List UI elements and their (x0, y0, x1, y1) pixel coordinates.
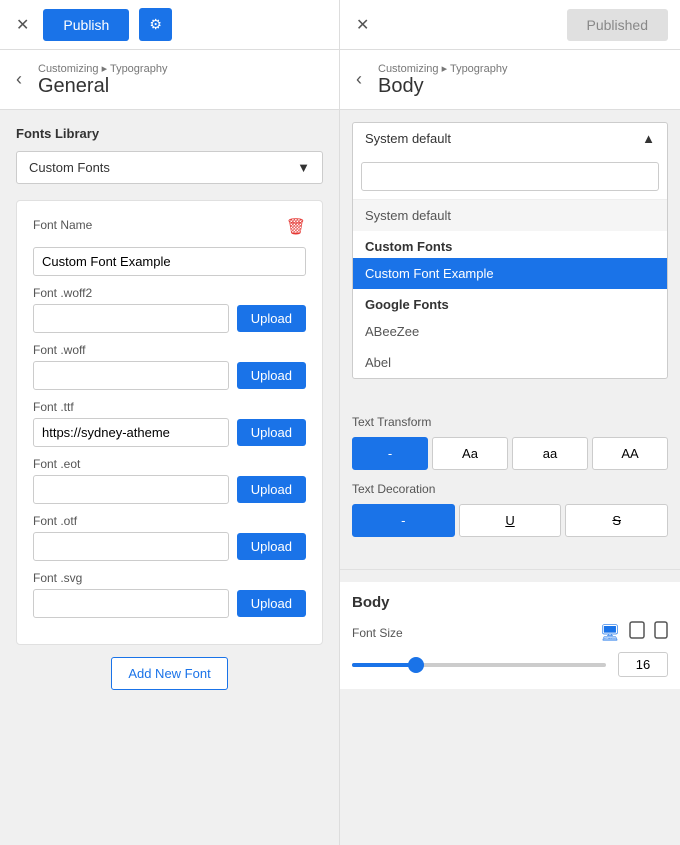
decoration-underline-button[interactable]: U (459, 504, 562, 537)
fonts-library-label: Fonts Library (16, 126, 323, 141)
gear-button[interactable]: ⚙ (139, 8, 172, 41)
otf-upload-button[interactable]: Upload (237, 533, 306, 560)
published-button: Published (567, 9, 669, 41)
woff2-label: Font .woff2 (33, 286, 306, 300)
text-decoration-row: - U S (352, 504, 668, 537)
nav-bar-left: ‹ Customizing ▸ Typography General (0, 50, 340, 109)
svg-label: Font .svg (33, 571, 306, 585)
dropdown-item-system-default[interactable]: System default (353, 200, 667, 231)
top-bar: ✕ Publish ⚙ ✕ Published (0, 0, 680, 50)
nav-title-right: Body (378, 75, 507, 98)
woff-label: Font .woff (33, 343, 306, 357)
tablet-icon-button[interactable] (628, 621, 646, 644)
top-bar-left: ✕ Publish ⚙ (0, 0, 340, 49)
nav-bar-right: ‹ Customizing ▸ Typography Body (340, 50, 680, 109)
dropdown-item-abel[interactable]: Abel (353, 347, 667, 378)
ttf-upload-button[interactable]: Upload (237, 419, 306, 446)
font-size-slider-row: 16 (352, 652, 668, 677)
font-card: Font Name 🗑 Font .woff2 Upload Font .wof… (16, 200, 323, 645)
top-bar-right: ✕ Published (340, 0, 680, 49)
ttf-upload-row: Upload (33, 418, 306, 447)
decoration-strikethrough-button[interactable]: S (565, 504, 668, 537)
body-section-title: Body (352, 594, 668, 611)
monitor-icon-button[interactable]: 🖥 (600, 621, 620, 644)
device-icons-row: 🖥 (600, 621, 668, 644)
nav-bar: ‹ Customizing ▸ Typography General ‹ Cus… (0, 50, 680, 110)
slider-thumb[interactable] (408, 657, 424, 673)
font-dropdown-container: System default ▲ System default Custom F… (352, 122, 668, 379)
dropdown-section-google-fonts: Google Fonts (353, 289, 667, 316)
mobile-icon-button[interactable] (654, 621, 668, 644)
add-new-font-button[interactable]: Add New Font (111, 657, 227, 690)
font-size-row: Font Size 🖥 (352, 621, 668, 652)
transform-capitalize-button[interactable]: Aa (432, 437, 508, 470)
trash-icon[interactable]: 🗑 (286, 217, 306, 237)
eot-upload-row: Upload (33, 475, 306, 504)
svg-upload-button[interactable]: Upload (237, 590, 306, 617)
close-left-button[interactable]: ✕ (12, 11, 33, 39)
woff-upload-button[interactable]: Upload (237, 362, 306, 389)
dropdown-section-custom-fonts: Custom Fonts (353, 231, 667, 258)
slider-fill (352, 663, 416, 667)
font-name-input[interactable] (33, 247, 306, 276)
fonts-library-dropdown-value: Custom Fonts (29, 160, 110, 175)
right-panel: System default ▲ System default Custom F… (340, 110, 680, 845)
eot-label: Font .eot (33, 457, 306, 471)
close-right-button[interactable]: ✕ (352, 11, 373, 39)
publish-button[interactable]: Publish (43, 9, 129, 41)
dropdown-item-abeezee[interactable]: ABeeZee (353, 316, 667, 347)
font-card-header: Font Name 🗑 (33, 217, 306, 237)
woff-upload-row: Upload (33, 361, 306, 390)
font-size-label: Font Size (352, 626, 403, 640)
font-dropdown-list: System default Custom Fonts Custom Font … (353, 199, 667, 378)
woff-input[interactable] (33, 361, 229, 390)
chevron-up-icon: ▲ (642, 131, 655, 146)
ttf-input[interactable] (33, 418, 229, 447)
chevron-down-icon: ▼ (297, 160, 310, 175)
font-name-label: Font Name (33, 218, 92, 232)
eot-input[interactable] (33, 475, 229, 504)
transform-none-button[interactable]: - (352, 437, 428, 470)
text-decoration-label: Text Decoration (352, 482, 668, 496)
nav-title-group-right: Customizing ▸ Typography Body (378, 62, 507, 98)
nav-title-group-left: Customizing ▸ Typography General (38, 62, 167, 98)
breadcrumb-right: Customizing ▸ Typography (378, 62, 507, 75)
font-dropdown-header[interactable]: System default ▲ (353, 123, 667, 154)
breadcrumb-left: Customizing ▸ Typography (38, 62, 167, 75)
text-transform-label: Text Transform (352, 415, 668, 429)
section-divider (340, 569, 680, 570)
body-section: Body Font Size 🖥 (340, 582, 680, 689)
font-search-input[interactable] (361, 162, 659, 191)
back-right-button[interactable]: ‹ (352, 65, 366, 94)
otf-upload-row: Upload (33, 532, 306, 561)
font-dropdown-header-value: System default (365, 131, 451, 146)
left-panel: Fonts Library Custom Fonts ▼ Font Name 🗑… (0, 110, 340, 845)
transform-uppercase-button[interactable]: AA (592, 437, 668, 470)
content-area: Fonts Library Custom Fonts ▼ Font Name 🗑… (0, 110, 680, 845)
dropdown-item-custom-font-example[interactable]: Custom Font Example (353, 258, 667, 289)
otf-input[interactable] (33, 532, 229, 561)
nav-title-left: General (38, 75, 167, 98)
font-size-slider-track[interactable] (352, 663, 606, 667)
fonts-library-dropdown[interactable]: Custom Fonts ▼ (16, 151, 323, 184)
svg-input[interactable] (33, 589, 229, 618)
woff2-upload-button[interactable]: Upload (237, 305, 306, 332)
decoration-none-button[interactable]: - (352, 504, 455, 537)
eot-upload-button[interactable]: Upload (237, 476, 306, 503)
text-transform-row: - Aa aa AA (352, 437, 668, 470)
woff2-input[interactable] (33, 304, 229, 333)
back-left-button[interactable]: ‹ (12, 65, 26, 94)
right-settings: Text Transform - Aa aa AA Text Decoratio… (340, 391, 680, 557)
otf-label: Font .otf (33, 514, 306, 528)
svg-upload-row: Upload (33, 589, 306, 618)
transform-lowercase-button[interactable]: aa (512, 437, 588, 470)
woff2-upload-row: Upload (33, 304, 306, 333)
ttf-label: Font .ttf (33, 400, 306, 414)
font-size-value[interactable]: 16 (618, 652, 668, 677)
